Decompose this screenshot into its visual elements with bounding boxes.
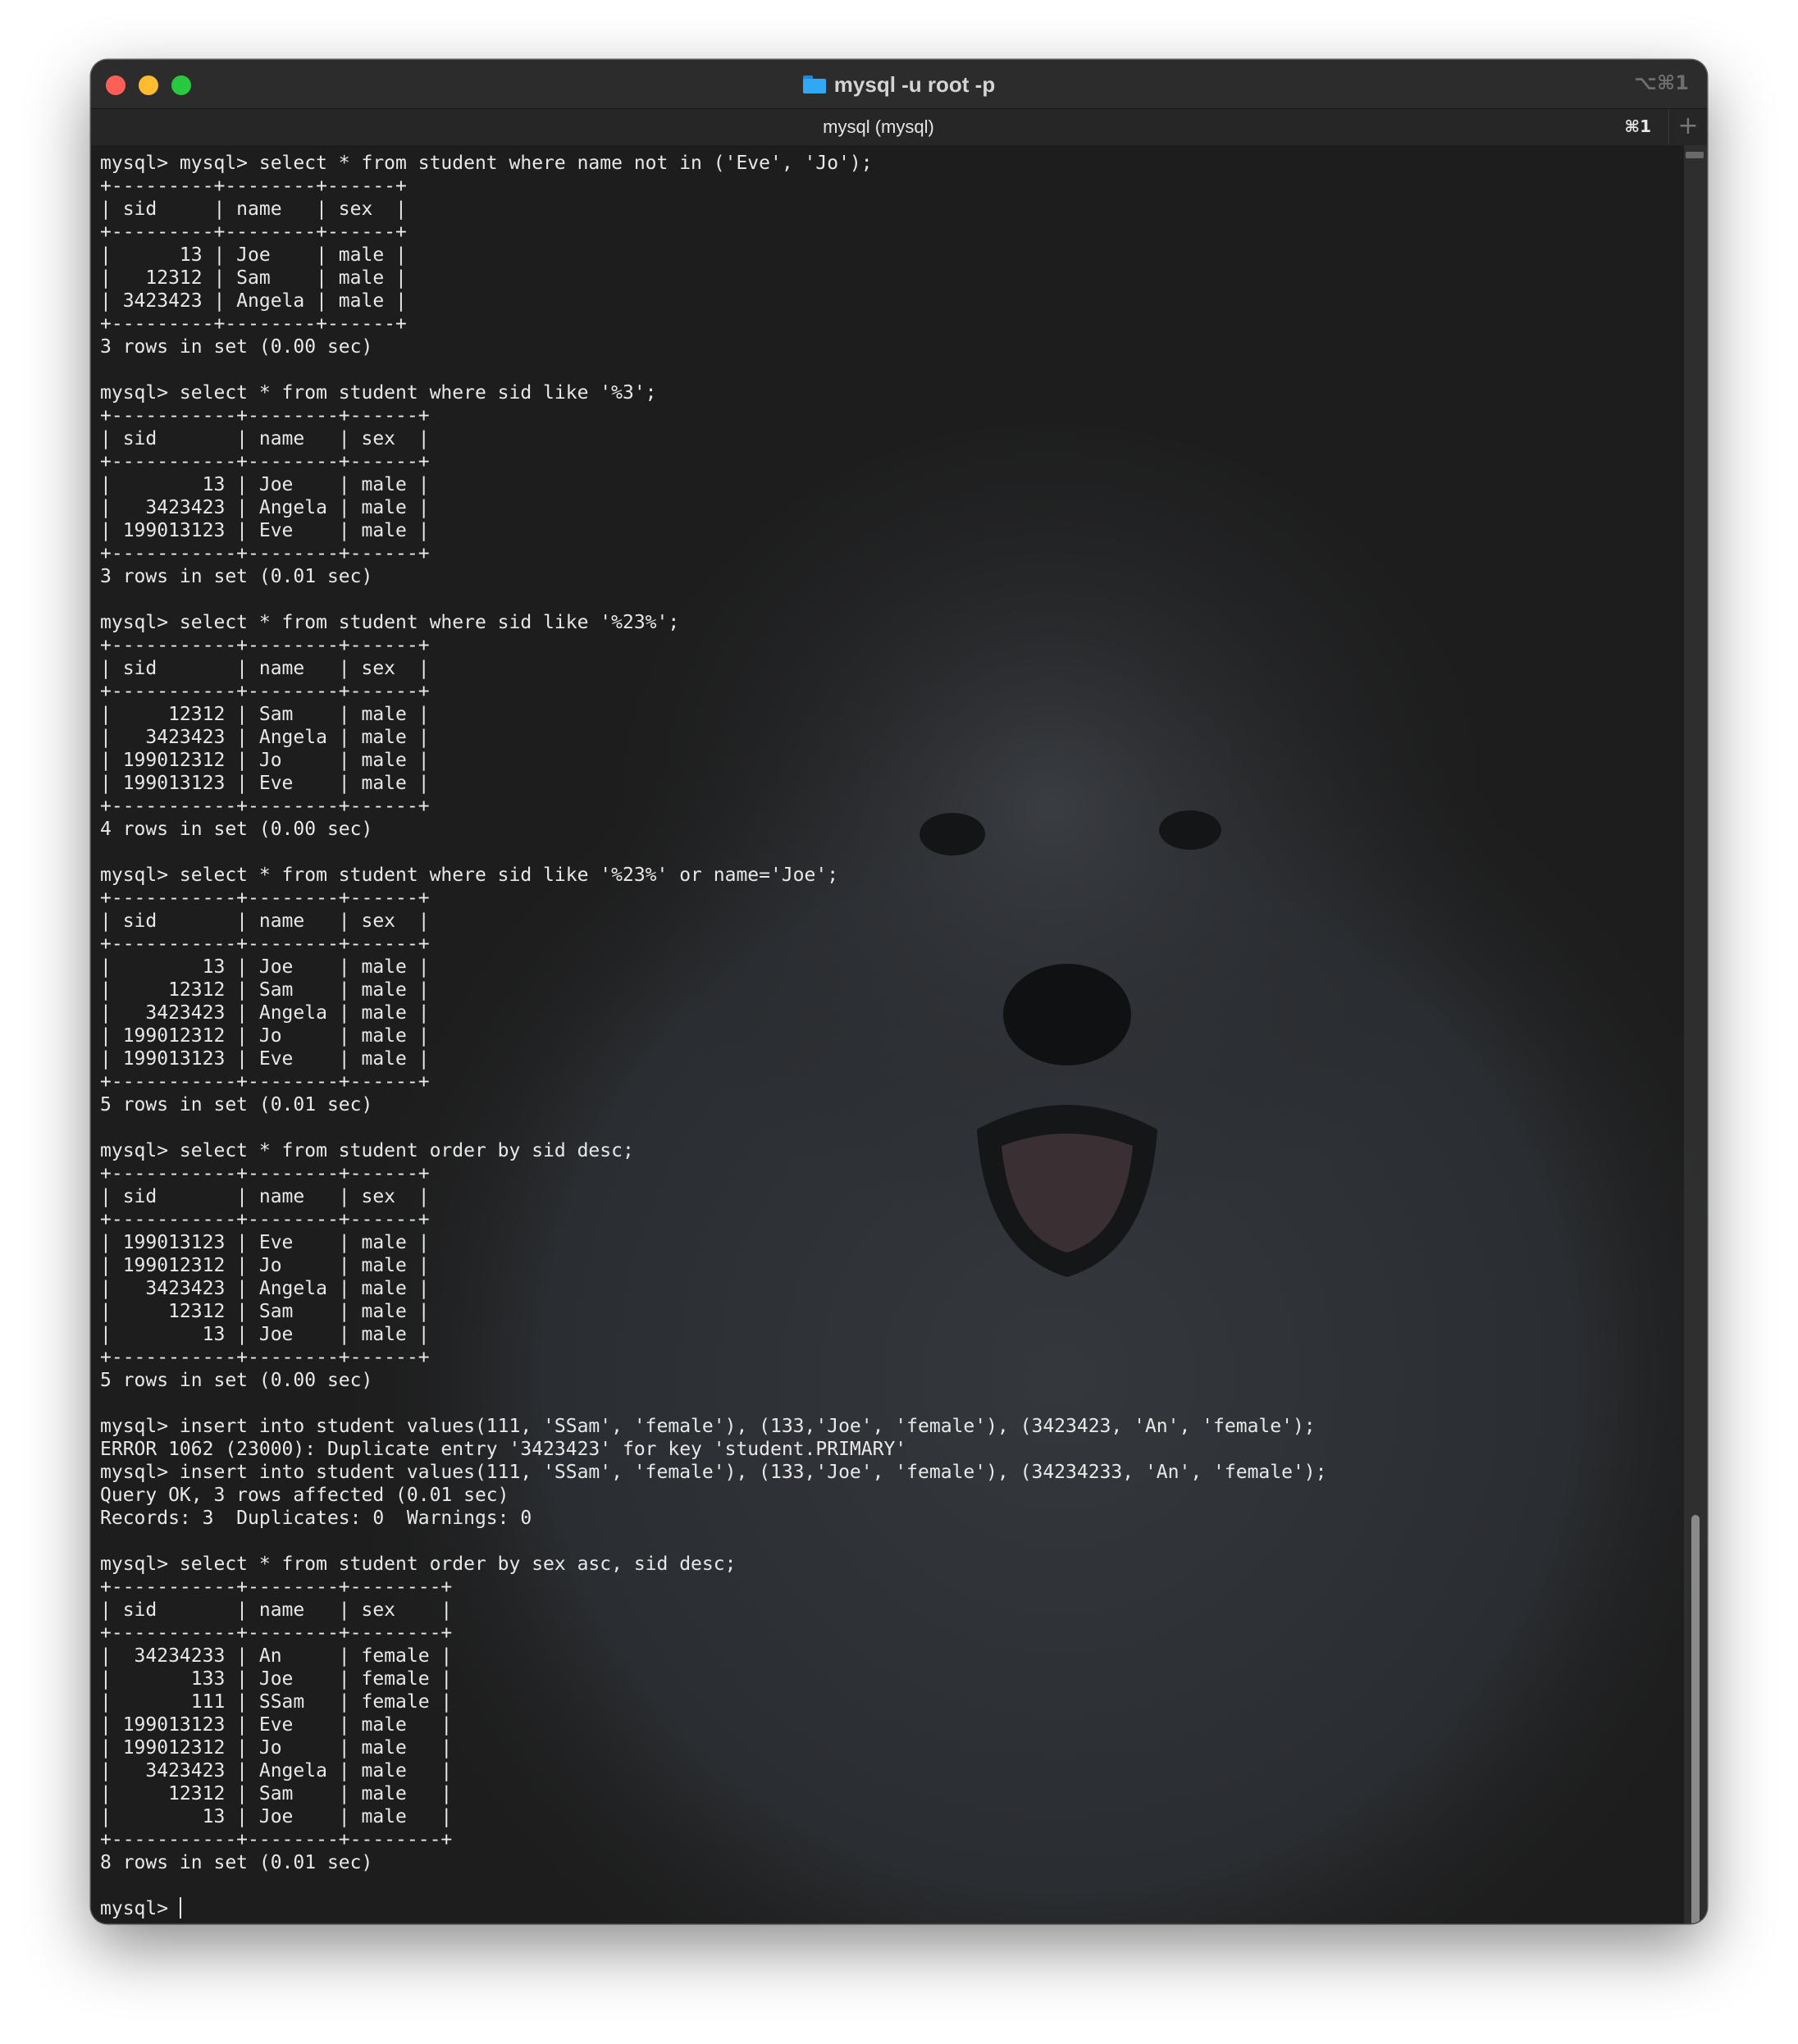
- terminal-line: +-----------+--------+------+: [100, 933, 430, 955]
- terminal-line: | 3423423 | Angela | male |: [100, 290, 407, 312]
- terminal-line: | sid | name | sex |: [100, 910, 430, 932]
- prompt: mysql>: [100, 1898, 180, 1919]
- window-shortcut: ⌥⌘1: [1634, 71, 1689, 94]
- tab-shortcut: ⌘1: [1624, 116, 1651, 136]
- terminal-line: | 199013123 | Eve | male |: [100, 1714, 453, 1736]
- terminal-line: | 12312 | Sam | male |: [100, 267, 407, 289]
- terminal-line: +-----------+--------+------+: [100, 681, 430, 702]
- terminal-line: mysql> select * from student order by se…: [100, 1554, 737, 1575]
- terminal-line: +-----------+--------+------+: [100, 1209, 430, 1230]
- terminal-line: +-----------+--------+------+: [100, 543, 430, 564]
- terminal-line: 3 rows in set (0.01 sec): [100, 566, 373, 587]
- terminal-line: | 199012312 | Jo | male |: [100, 1255, 430, 1276]
- terminal-line: mysql> select * from student where sid l…: [100, 865, 839, 886]
- terminal-line: | 13 | Joe | male |: [100, 956, 430, 978]
- terminal-line: | 3423423 | Angela | male |: [100, 1002, 430, 1024]
- tab-mysql[interactable]: mysql (mysql): [91, 116, 1666, 138]
- terminal-line: | 12312 | Sam | male |: [100, 704, 430, 725]
- terminal-line: | 3423423 | Angela | male |: [100, 1760, 453, 1782]
- terminal-line: +-----------+--------+------+: [100, 635, 430, 656]
- terminal-line: | 199012312 | Jo | male |: [100, 1737, 453, 1759]
- terminal-line: +-----------+--------+--------+: [100, 1829, 453, 1850]
- terminal-line: 5 rows in set (0.00 sec): [100, 1370, 373, 1391]
- terminal-line: | sid | name | sex |: [100, 1599, 453, 1621]
- terminal-line: Query OK, 3 rows affected (0.01 sec): [100, 1485, 509, 1506]
- terminal-line: +-----------+--------+--------+: [100, 1576, 453, 1598]
- terminal-line: | sid | name | sex |: [100, 198, 407, 220]
- terminal-line: | 199013123 | Eve | male |: [100, 520, 430, 541]
- terminal-line: | 13 | Joe | male |: [100, 474, 430, 495]
- text-cursor: [179, 1897, 181, 1919]
- terminal-content[interactable]: mysql> mysql> select * from student wher…: [91, 145, 1707, 1923]
- terminal-line: +-----------+--------+------+: [100, 1163, 430, 1184]
- terminal-line: | 3423423 | Angela | male |: [100, 727, 430, 748]
- terminal-line: +-----------+--------+--------+: [100, 1622, 453, 1644]
- terminal-line: | sid | name | sex |: [100, 428, 430, 449]
- terminal-line: | sid | name | sex |: [100, 658, 430, 679]
- terminal-line: Records: 3 Duplicates: 0 Warnings: 0: [100, 1508, 532, 1529]
- terminal-line: | 13 | Joe | male |: [100, 1324, 430, 1345]
- terminal-line: | 199013123 | Eve | male |: [100, 1232, 430, 1253]
- terminal-line: +---------+--------+------+: [100, 221, 407, 243]
- terminal-line: mysql> insert into student values(111, '…: [100, 1416, 1316, 1437]
- terminal-line: 4 rows in set (0.00 sec): [100, 819, 373, 840]
- terminal-line: | 199013123 | Eve | male |: [100, 773, 430, 794]
- window-title: mysql -u root -p: [833, 72, 996, 97]
- terminal-line: | 3423423 | Angela | male |: [100, 1278, 430, 1299]
- terminal-line: | 12312 | Sam | male |: [100, 979, 430, 1001]
- terminal-line: mysql> select * from student order by si…: [100, 1140, 634, 1161]
- scroll-indicator: [1686, 152, 1704, 158]
- terminal-line: mysql> insert into student values(111, '…: [100, 1462, 1327, 1483]
- new-tab-button[interactable]: +: [1668, 109, 1707, 145]
- terminal-line: | 199013123 | Eve | male |: [100, 1048, 430, 1070]
- folder-icon: [802, 75, 826, 94]
- terminal-line: +-----------+--------+------+: [100, 1071, 430, 1093]
- terminal-line: +-----------+--------+------+: [100, 887, 430, 909]
- terminal-output: mysql> mysql> select * from student wher…: [100, 152, 1327, 1920]
- terminal-line: 3 rows in set (0.00 sec): [100, 336, 373, 358]
- scrollbar-thumb[interactable]: [1691, 1515, 1700, 1923]
- terminal-line: mysql> select * from student where sid l…: [100, 382, 657, 404]
- terminal-line: mysql> select * from student where sid l…: [100, 612, 680, 633]
- terminal-line: +---------+--------+------+: [100, 176, 407, 197]
- terminal-line: | 111 | SSam | female |: [100, 1691, 453, 1713]
- window-title-container: mysql -u root -p: [91, 71, 1707, 98]
- terminal-line: 8 rows in set (0.01 sec): [100, 1852, 373, 1873]
- terminal-line: +---------+--------+------+: [100, 313, 407, 335]
- terminal-line: ERROR 1062 (23000): Duplicate entry '342…: [100, 1439, 907, 1460]
- terminal-line: | 13 | Joe | male |: [100, 244, 407, 266]
- terminal-line: | 12312 | Sam | male |: [100, 1301, 430, 1322]
- tab-bar: mysql (mysql) ⌘1 +: [91, 108, 1707, 146]
- terminal-line: | 13 | Joe | male |: [100, 1806, 453, 1827]
- terminal-window: mysql -u root -p ⌥⌘1 mysql (mysql) ⌘1 +: [91, 60, 1707, 1923]
- terminal-line: | 133 | Joe | female |: [100, 1668, 453, 1690]
- terminal-line: +-----------+--------+------+: [100, 796, 430, 817]
- terminal-line: +-----------+--------+------+: [100, 405, 430, 427]
- terminal-line: | 199012312 | Jo | male |: [100, 750, 430, 771]
- terminal-line: | 12312 | Sam | male |: [100, 1783, 453, 1804]
- scrollbar[interactable]: [1684, 145, 1707, 1923]
- terminal-line: 5 rows in set (0.01 sec): [100, 1094, 373, 1116]
- terminal-line: | 199012312 | Jo | male |: [100, 1025, 430, 1047]
- title-bar[interactable]: mysql -u root -p ⌥⌘1: [91, 60, 1707, 108]
- terminal-line: +-----------+--------+------+: [100, 1347, 430, 1368]
- prompt-line[interactable]: mysql>: [100, 1897, 1327, 1920]
- terminal-line: mysql> mysql> select * from student wher…: [100, 153, 873, 174]
- terminal-line: | sid | name | sex |: [100, 1186, 430, 1207]
- terminal-line: +-----------+--------+------+: [100, 451, 430, 472]
- terminal-line: | 3423423 | Angela | male |: [100, 497, 430, 518]
- terminal-line: | 34234233 | An | female |: [100, 1645, 453, 1667]
